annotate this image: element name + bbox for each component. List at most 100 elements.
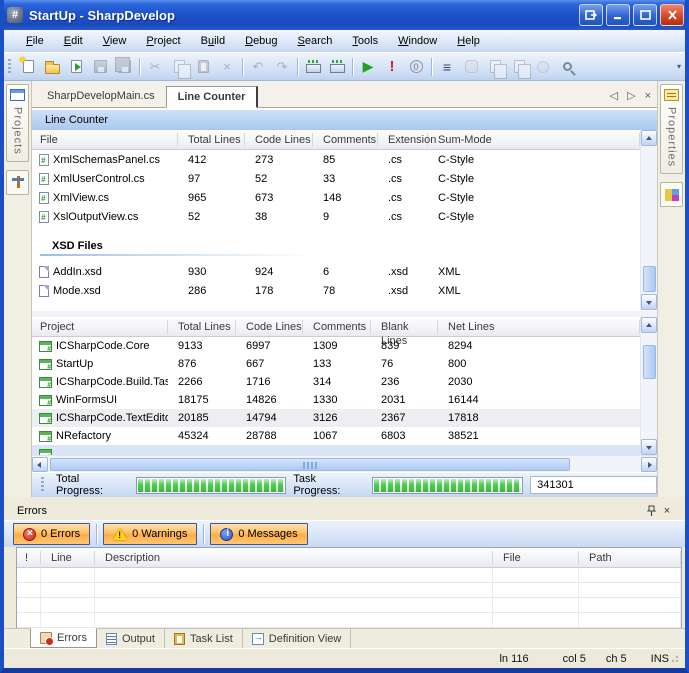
column-header[interactable]: ! <box>17 551 41 565</box>
scrollbar-thumb[interactable] <box>643 345 656 379</box>
table-row[interactable]: NRefactory 45324 28788 1067 6803 38521 <box>32 427 640 445</box>
toolbar-overflow-icon[interactable]: ▾ <box>673 55 685 79</box>
column-header[interactable]: Blank Lines <box>371 320 438 334</box>
scrollbar-thumb[interactable] <box>50 458 570 471</box>
new-file-icon[interactable] <box>16 56 40 78</box>
files-vertical-scrollbar[interactable] <box>640 130 657 310</box>
copy-icon[interactable] <box>167 56 191 78</box>
menu-project[interactable]: Project <box>136 32 190 50</box>
menu-help[interactable]: Help <box>447 32 490 50</box>
next-bookmark-icon[interactable] <box>507 56 531 78</box>
maximize-button[interactable] <box>633 4 657 26</box>
menu-edit[interactable]: Edit <box>54 32 93 50</box>
redo-icon[interactable]: ↷ <box>270 56 294 78</box>
column-header[interactable]: Code Lines <box>236 320 303 334</box>
open-with-icon[interactable] <box>64 56 88 78</box>
prev-bookmark-icon[interactable] <box>483 56 507 78</box>
sidebar-tab-toolbox[interactable] <box>660 182 683 207</box>
menu-tools[interactable]: Tools <box>342 32 388 50</box>
table-row-clipped[interactable] <box>32 445 640 455</box>
tab-output[interactable]: Output <box>97 629 165 648</box>
column-header[interactable]: Line <box>41 551 95 565</box>
run-icon[interactable]: ▶ <box>356 56 380 78</box>
sidebar-tab-projects[interactable]: Projects <box>6 84 29 162</box>
cut-icon[interactable]: ✂ <box>143 56 167 78</box>
tab-scroll-right-icon[interactable]: ▷ <box>627 89 635 102</box>
minimize-button[interactable] <box>606 4 630 26</box>
table-row[interactable]: Mode.xsd 286 178 78 .xsd XML <box>32 281 640 300</box>
paste-icon[interactable] <box>191 56 215 78</box>
scroll-up-icon[interactable] <box>641 130 657 146</box>
menu-view[interactable]: View <box>93 32 137 50</box>
scroll-down-icon[interactable] <box>641 439 657 455</box>
resize-grip[interactable] <box>671 653 680 662</box>
column-header[interactable]: Net Lines <box>438 320 640 334</box>
column-header[interactable]: Code Lines <box>245 133 313 147</box>
toolbar-grip[interactable] <box>8 59 11 75</box>
profile-icon[interactable]: 0 <box>404 56 428 78</box>
float-window-button[interactable] <box>579 4 603 26</box>
menu-file[interactable]: File <box>16 32 54 50</box>
stop-icon[interactable]: ! <box>380 56 404 78</box>
table-row[interactable]: AddIn.xsd 930 924 6 .xsd XML <box>32 262 640 281</box>
clear-bookmarks-icon[interactable] <box>531 56 555 78</box>
tab-errors[interactable]: Errors <box>30 628 97 648</box>
scroll-up-icon[interactable] <box>641 317 657 333</box>
table-row[interactable]: XslOutputView.cs 52 38 9 .cs C-Style <box>32 207 640 226</box>
tab-close-icon[interactable]: × <box>645 90 651 102</box>
table-row[interactable]: XmlView.cs 965 673 148 .cs C-Style <box>32 188 640 207</box>
close-button[interactable] <box>660 4 684 26</box>
sidebar-tab-properties[interactable]: Properties <box>660 84 683 174</box>
list-icon[interactable]: ≡ <box>435 56 459 78</box>
toggle-icon[interactable] <box>459 56 483 78</box>
column-header[interactable]: Description <box>95 551 493 565</box>
column-header[interactable]: Total Lines <box>178 133 245 147</box>
column-header[interactable]: Comments <box>303 320 371 334</box>
sidebar-tab-tools[interactable] <box>6 170 29 195</box>
table-row[interactable]: XmlSchemasPanel.cs 412 273 85 .cs C-Styl… <box>32 150 640 169</box>
toolbar-grip[interactable] <box>41 477 44 493</box>
search-icon[interactable] <box>555 56 579 78</box>
table-row[interactable]: ICSharpCode.Build.Tasks 2266 1716 314 23… <box>32 373 640 391</box>
table-row[interactable]: WinFormsUI 18175 14826 1330 2031 16144 <box>32 391 640 409</box>
table-row-highlighted[interactable]: ICSharpCode.TextEditor 20185 14794 3126 … <box>32 409 640 427</box>
column-header[interactable]: Extension <box>378 133 428 147</box>
scroll-down-icon[interactable] <box>641 294 657 310</box>
rebuild-icon[interactable] <box>325 56 349 78</box>
menu-build[interactable]: Build <box>191 32 235 50</box>
warnings-filter-button[interactable]: 0 Warnings <box>103 523 197 545</box>
column-header[interactable]: Sum-Mode <box>428 133 640 147</box>
tab-scroll-left-icon[interactable]: ◁ <box>610 89 618 102</box>
column-header[interactable]: Comments <box>313 133 378 147</box>
projects-vertical-scrollbar[interactable] <box>640 317 657 455</box>
tab-line-counter[interactable]: Line Counter <box>166 86 259 108</box>
pin-icon[interactable] <box>643 503 659 518</box>
menu-debug[interactable]: Debug <box>235 32 287 50</box>
save-all-icon[interactable] <box>112 56 136 78</box>
tab-definition-view[interactable]: Definition View <box>243 629 352 648</box>
tab-task-list[interactable]: Task List <box>165 629 243 648</box>
column-header[interactable]: Path <box>579 551 681 565</box>
save-icon[interactable] <box>88 56 112 78</box>
pane-splitter[interactable] <box>32 310 657 317</box>
close-panel-icon[interactable]: × <box>659 503 675 518</box>
menu-window[interactable]: Window <box>388 32 447 50</box>
table-row[interactable]: XmlUserControl.cs 97 52 33 .cs C-Style <box>32 169 640 188</box>
delete-icon[interactable]: × <box>215 56 239 78</box>
column-header[interactable]: File <box>493 551 579 565</box>
undo-icon[interactable]: ↶ <box>246 56 270 78</box>
column-header[interactable]: Total Lines <box>168 320 236 334</box>
tab-sharpdevelopmain[interactable]: SharpDevelopMain.cs <box>36 85 166 107</box>
open-folder-icon[interactable] <box>40 56 64 78</box>
scrollbar-thumb[interactable] <box>643 266 656 292</box>
menu-search[interactable]: Search <box>288 32 343 50</box>
scroll-left-icon[interactable] <box>32 457 48 472</box>
column-header[interactable]: File <box>32 133 178 147</box>
column-header[interactable]: Project <box>32 320 168 334</box>
messages-filter-button[interactable]: 0 Messages <box>210 523 307 545</box>
errors-filter-button[interactable]: 0 Errors <box>13 523 90 545</box>
table-row[interactable]: StartUp 876 667 133 76 800 <box>32 355 640 373</box>
build-icon[interactable] <box>301 56 325 78</box>
scroll-right-icon[interactable] <box>641 457 657 472</box>
table-row[interactable]: ICSharpCode.Core 9133 6997 1309 839 8294 <box>32 337 640 355</box>
